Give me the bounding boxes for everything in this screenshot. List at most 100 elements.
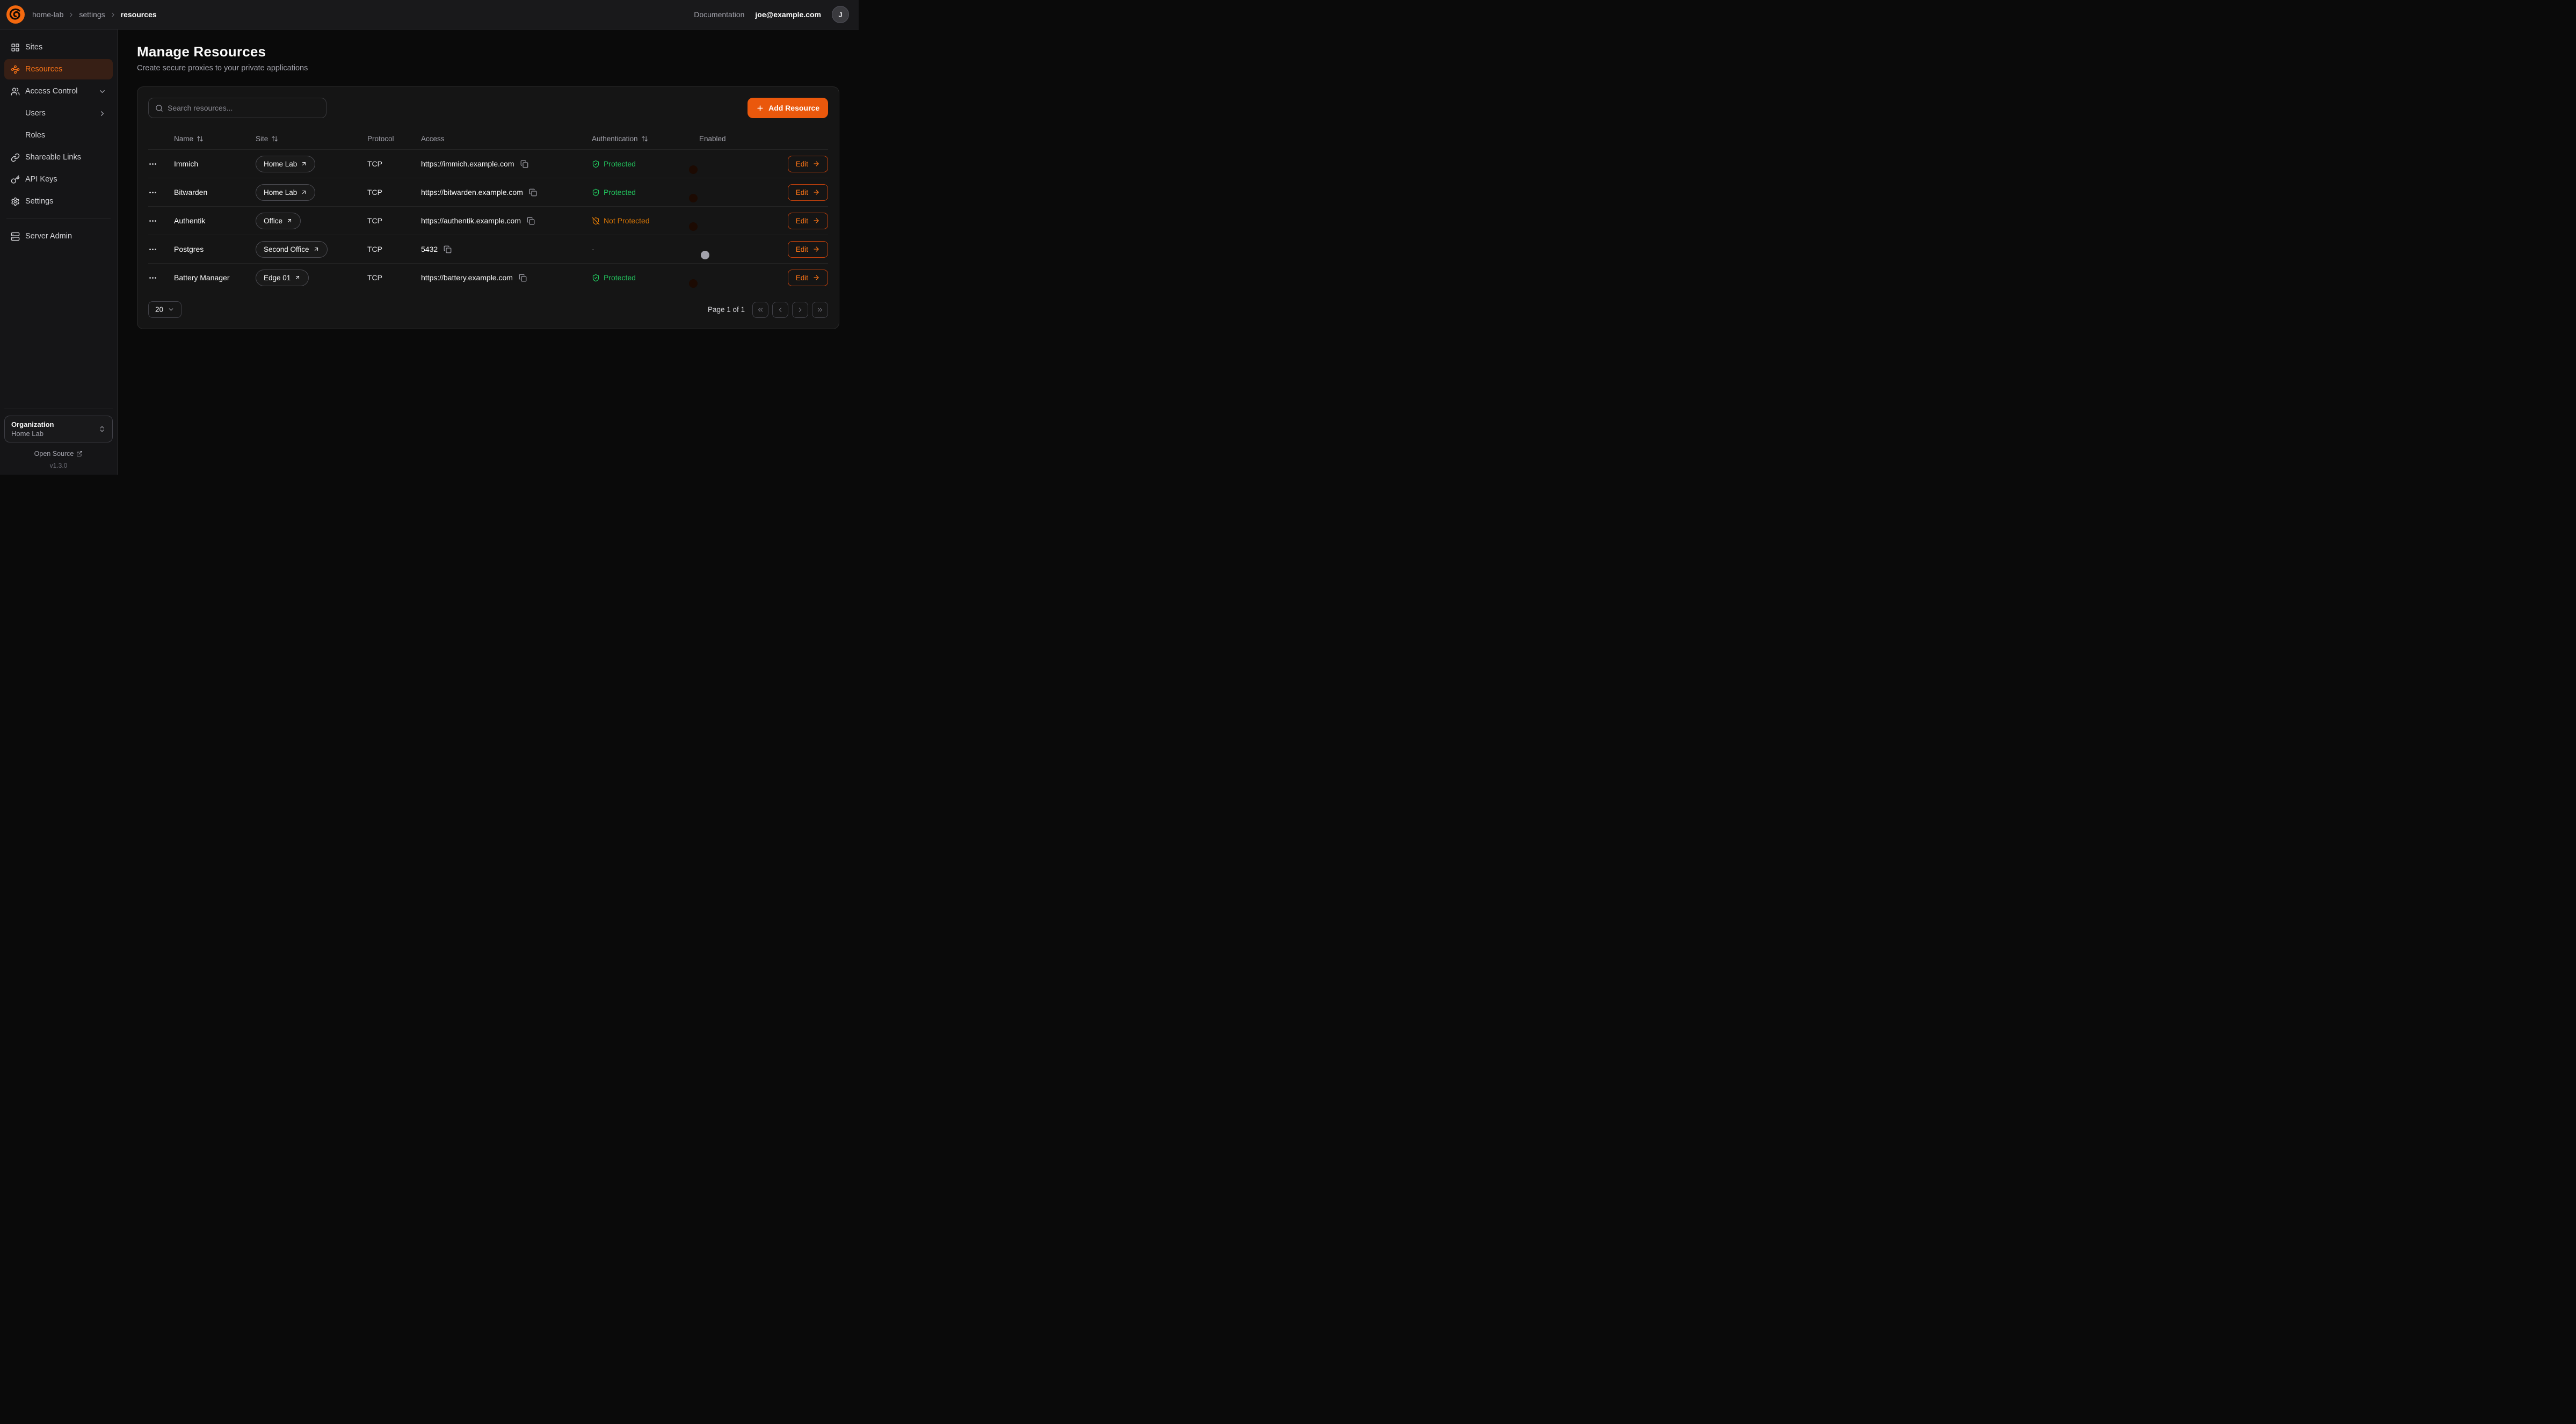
row-menu-button[interactable] xyxy=(148,216,157,226)
copy-button[interactable] xyxy=(526,216,536,226)
resource-protocol: TCP xyxy=(367,159,421,168)
column-header-authentication[interactable]: Authentication xyxy=(592,135,699,143)
grid-icon xyxy=(11,43,20,52)
resource-access-url: 5432 xyxy=(421,245,438,253)
row-menu-button[interactable] xyxy=(148,273,157,282)
resource-protocol: TCP xyxy=(367,216,421,225)
organization-value: Home Lab xyxy=(11,430,54,438)
breadcrumb-settings[interactable]: settings xyxy=(79,10,105,19)
edit-button[interactable]: Edit xyxy=(788,241,828,258)
previous-page-button[interactable] xyxy=(772,302,788,318)
arrow-right-icon xyxy=(812,188,820,196)
open-source-link[interactable]: Open Source xyxy=(4,450,113,457)
sidebar-item-access-control[interactable]: Access Control xyxy=(4,81,113,101)
organization-selector[interactable]: Organization Home Lab xyxy=(4,416,113,442)
edit-button[interactable]: Edit xyxy=(788,156,828,172)
arrow-up-right-icon xyxy=(286,217,293,224)
column-header-access: Access xyxy=(421,135,592,143)
sidebar-item-label: Users xyxy=(25,109,46,118)
resource-protocol: TCP xyxy=(367,245,421,253)
row-menu-button[interactable] xyxy=(148,188,157,197)
shield-check-icon xyxy=(592,160,600,168)
authentication-status: Not Protected xyxy=(592,216,699,225)
breadcrumb-home-lab[interactable]: home-lab xyxy=(32,10,63,19)
sidebar-item-api-keys[interactable]: API Keys xyxy=(4,169,113,190)
search-box xyxy=(148,98,326,118)
avatar[interactable]: J xyxy=(832,6,849,23)
chevron-left-icon xyxy=(777,306,784,314)
copy-button[interactable] xyxy=(519,159,529,169)
table-row: Postgres Second Office TCP 5432 - xyxy=(148,235,828,263)
sidebar-item-label: Shareable Links xyxy=(25,153,81,162)
site-link[interactable]: Edge 01 xyxy=(256,270,309,286)
ellipsis-icon xyxy=(148,188,157,197)
copy-button[interactable] xyxy=(518,273,528,283)
add-resource-button[interactable]: Add Resource xyxy=(748,98,828,118)
sidebar-item-roles[interactable]: Roles xyxy=(4,125,113,146)
column-header-site[interactable]: Site xyxy=(256,135,367,143)
main-content: Manage Resources Create secure proxies t… xyxy=(118,30,859,475)
authentication-status: Protected xyxy=(592,188,699,197)
sidebar-item-label: Sites xyxy=(25,43,42,52)
arrow-right-icon xyxy=(812,274,820,281)
external-link-icon xyxy=(76,451,83,457)
edit-label: Edit xyxy=(796,274,808,282)
copy-icon xyxy=(529,188,537,197)
copy-icon xyxy=(444,245,452,253)
edit-button[interactable]: Edit xyxy=(788,184,828,201)
site-link[interactable]: Home Lab xyxy=(256,184,315,201)
topbar: home-lab settings resources Documentatio… xyxy=(0,0,859,30)
column-header-protocol: Protocol xyxy=(367,135,421,143)
shield-check-icon xyxy=(592,188,600,197)
sidebar-item-shareable-links[interactable]: Shareable Links xyxy=(4,147,113,168)
authentication-label: - xyxy=(592,245,594,253)
resource-access-url: https://battery.example.com xyxy=(421,273,513,282)
organization-label: Organization xyxy=(11,420,54,428)
row-menu-button[interactable] xyxy=(148,245,157,254)
user-email[interactable]: joe@example.com xyxy=(755,10,821,19)
edit-button[interactable]: Edit xyxy=(788,270,828,286)
chevron-right-icon xyxy=(796,306,804,314)
page-size-select[interactable]: 20 xyxy=(148,301,182,318)
chevron-right-icon xyxy=(98,110,106,118)
chevrons-up-down-icon xyxy=(98,425,106,433)
sidebar-item-users[interactable]: Users xyxy=(4,103,113,123)
page-size-value: 20 xyxy=(155,306,163,314)
app-logo-icon[interactable] xyxy=(6,5,25,24)
arrow-right-icon xyxy=(812,160,820,168)
breadcrumb-resources[interactable]: resources xyxy=(121,10,157,19)
site-name: Second Office xyxy=(264,245,309,253)
arrow-up-right-icon xyxy=(301,161,307,167)
sidebar: Sites Resources Access Control Users xyxy=(0,30,118,475)
edit-button[interactable]: Edit xyxy=(788,213,828,229)
sidebar-item-resources[interactable]: Resources xyxy=(4,59,113,79)
next-page-button[interactable] xyxy=(792,302,808,318)
row-menu-button[interactable] xyxy=(148,159,157,169)
copy-icon xyxy=(520,160,528,168)
site-link[interactable]: Office xyxy=(256,213,301,229)
copy-button[interactable] xyxy=(442,244,453,255)
sort-icon xyxy=(641,135,648,142)
sidebar-item-settings[interactable]: Settings xyxy=(4,191,113,212)
resource-name: Battery Manager xyxy=(174,273,256,282)
search-input[interactable] xyxy=(168,104,320,112)
ellipsis-icon xyxy=(148,273,157,282)
copy-icon xyxy=(519,274,527,282)
copy-button[interactable] xyxy=(528,187,538,198)
ellipsis-icon xyxy=(148,216,157,226)
site-name: Edge 01 xyxy=(264,274,291,282)
column-header-name[interactable]: Name xyxy=(174,135,256,143)
site-link[interactable]: Home Lab xyxy=(256,156,315,172)
plus-icon xyxy=(756,104,764,112)
toggle-thumb xyxy=(689,279,698,288)
app-version: v1.3.0 xyxy=(4,462,113,469)
sidebar-item-sites[interactable]: Sites xyxy=(4,37,113,57)
first-page-button[interactable] xyxy=(752,302,768,318)
toggle-thumb xyxy=(701,251,709,259)
sidebar-item-label: API Keys xyxy=(25,175,57,184)
last-page-button[interactable] xyxy=(812,302,828,318)
copy-icon xyxy=(527,217,535,225)
documentation-link[interactable]: Documentation xyxy=(694,10,744,19)
site-link[interactable]: Second Office xyxy=(256,241,328,258)
sidebar-item-server-admin[interactable]: Server Admin xyxy=(4,226,113,246)
